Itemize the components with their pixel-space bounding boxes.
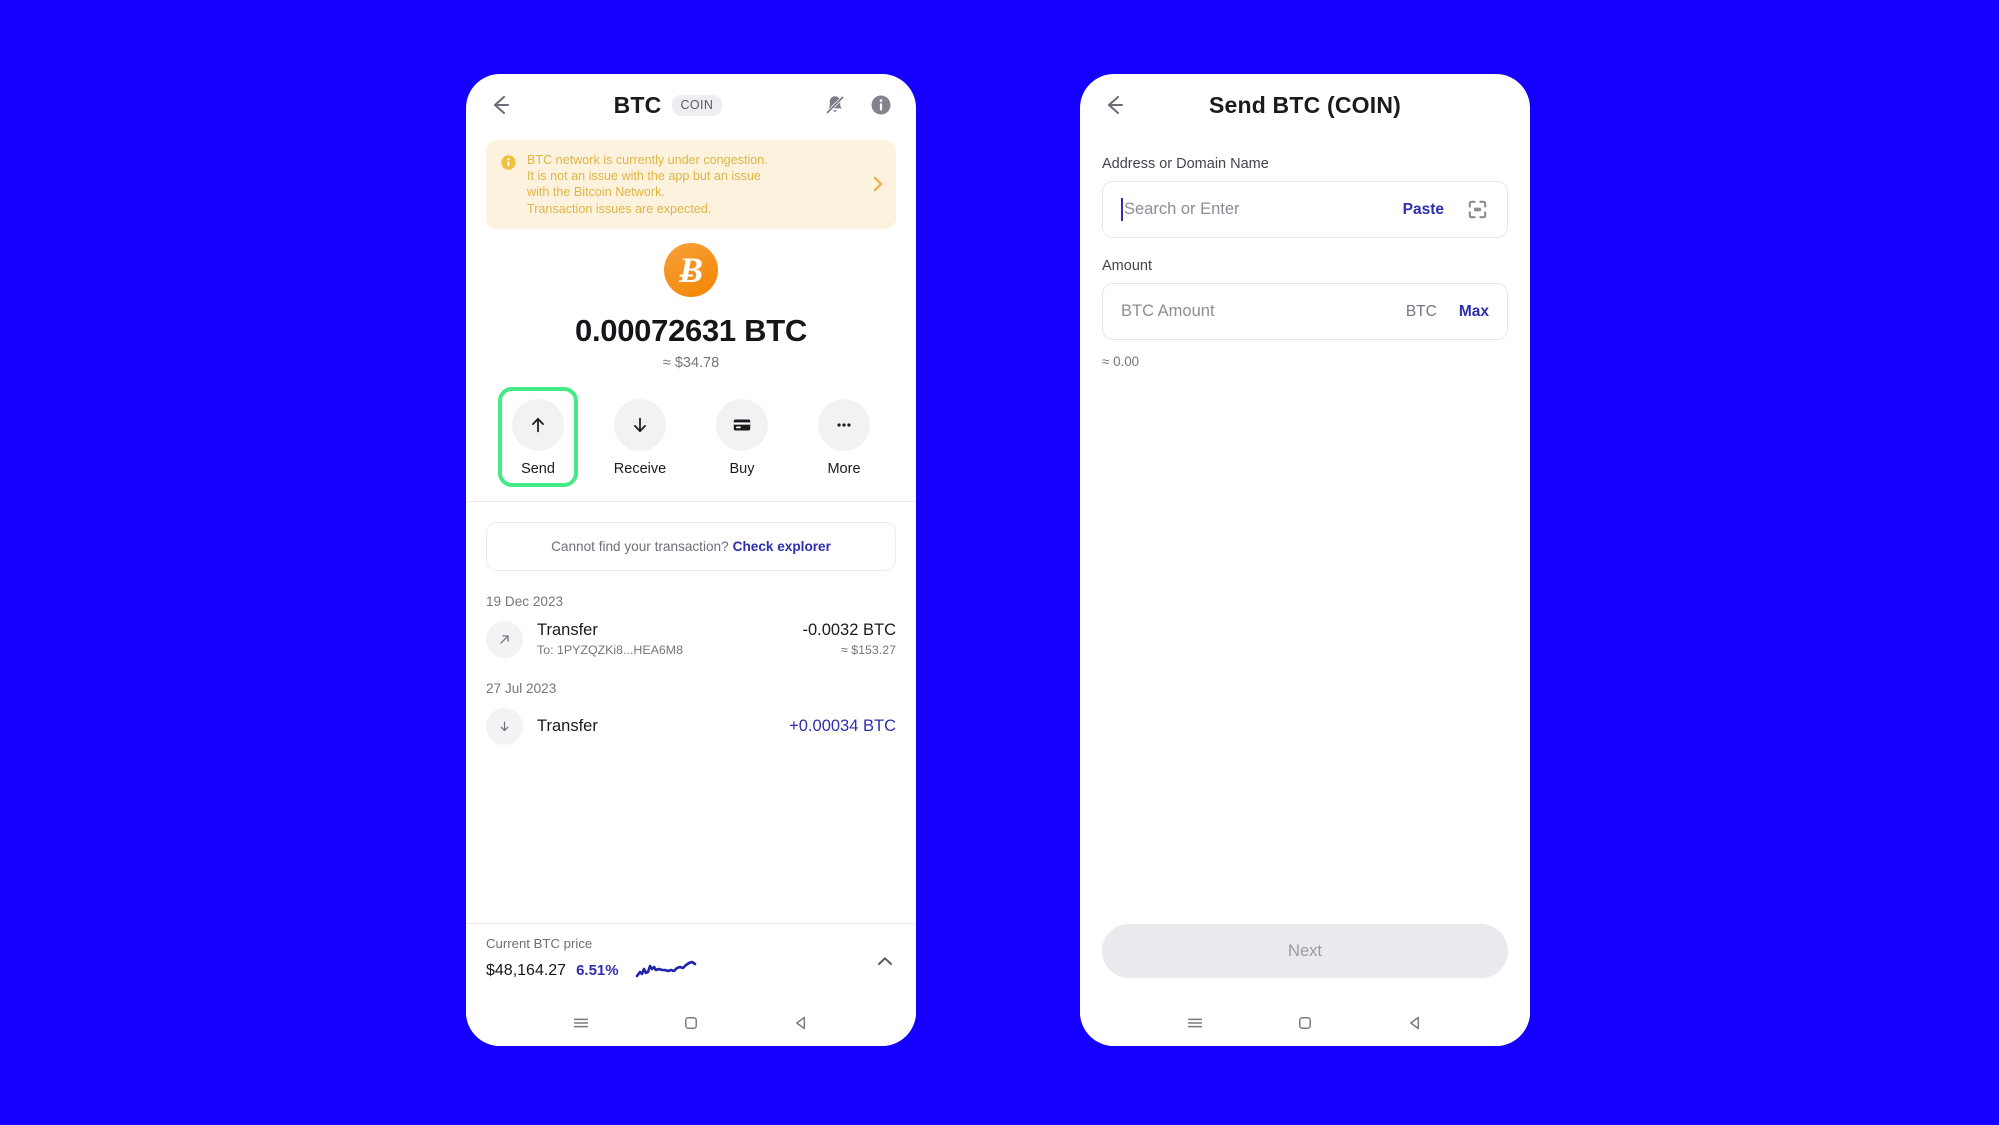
price-sparkline-chart — [635, 955, 705, 986]
next-button[interactable]: Next — [1102, 924, 1508, 978]
back-arrow-icon[interactable] — [1102, 92, 1128, 118]
send-button-label: Send — [521, 460, 555, 477]
bell-off-icon[interactable] — [822, 92, 848, 118]
banner-message: BTC network is currently under congestio… — [527, 153, 768, 216]
page-title: BTC — [613, 91, 662, 118]
ellipsis-icon — [818, 398, 870, 451]
info-icon[interactable] — [868, 92, 894, 118]
explorer-text: Cannot find your transaction? — [551, 538, 729, 554]
transaction-details: Transfer — [537, 717, 789, 736]
appbar-title-group: Send BTC (COIN) — [1128, 92, 1482, 119]
chevron-right-icon[interactable] — [871, 174, 884, 194]
address-input-box[interactable]: Search or Enter Paste — [1102, 181, 1508, 238]
transaction-value: -0.0032 BTC — [802, 621, 896, 640]
amount-field-label: Amount — [1102, 258, 1152, 274]
price-values: $48,164.27 6.51% — [486, 955, 874, 986]
send-button[interactable]: Send — [498, 386, 578, 487]
appbar: Send BTC (COIN) — [1080, 74, 1530, 136]
form-gap — [1102, 238, 1508, 258]
arrow-up-icon — [512, 398, 564, 451]
appbar-title-group: BTC COIN — [514, 92, 822, 119]
buy-button-label: Buy — [729, 460, 755, 477]
transaction-title: Transfer — [537, 716, 598, 735]
phone-left-btc-detail: BTC COIN BTC network is currently under … — [466, 74, 916, 1046]
check-explorer-link[interactable]: Check explorer — [733, 539, 831, 554]
back-arrow-icon[interactable] — [488, 92, 514, 118]
send-form: Address or Domain Name Search or Enter P… — [1080, 136, 1530, 1000]
transaction-date-header: 19 Dec 2023 — [486, 593, 564, 609]
transaction-value: +0.00034 BTC — [789, 716, 896, 735]
receive-button[interactable]: Receive — [600, 387, 680, 487]
menu-icon[interactable] — [568, 1010, 594, 1036]
more-button[interactable]: More — [804, 387, 884, 487]
phone-right-send-btc: Send BTC (COIN) Address or Domain Name S… — [1080, 74, 1530, 1046]
more-button-label: More — [827, 460, 861, 477]
chevron-up-icon[interactable] — [874, 950, 896, 972]
info-circle-icon — [500, 154, 517, 171]
arrow-down-icon — [486, 707, 523, 745]
price-value: $48,164.27 — [486, 961, 567, 979]
transaction-amounts: +0.00034 BTC — [789, 717, 896, 736]
paste-button[interactable]: Paste — [1403, 201, 1444, 219]
btc-detail-screen: BTC COIN BTC network is currently under … — [466, 74, 916, 1046]
coin-type-chip: COIN — [671, 94, 723, 116]
address-input[interactable]: Search or Enter — [1124, 200, 1403, 219]
arrow-down-icon — [614, 398, 666, 451]
transaction-date-header: 27 Jul 2023 — [486, 680, 557, 696]
qr-scan-icon[interactable] — [1466, 198, 1489, 221]
table-row[interactable]: Transfer +0.00034 BTC — [486, 707, 896, 745]
android-navbar — [1080, 1000, 1530, 1046]
form-spacer — [1102, 369, 1508, 924]
transaction-details: Transfer To: 1PYZQZKi8...HEA6M8 — [537, 621, 802, 657]
back-triangle-icon[interactable] — [788, 1010, 814, 1036]
transaction-list: Cannot find your transaction? Check expl… — [466, 502, 916, 923]
max-button[interactable]: Max — [1459, 303, 1489, 321]
credit-card-icon — [716, 398, 768, 451]
amount-unit-label: BTC — [1405, 302, 1437, 320]
text-cursor — [1121, 198, 1123, 221]
balance-block: Ƀ 0.00072631 BTC ≈ $34.78 — [466, 229, 916, 371]
back-triangle-icon[interactable] — [1402, 1010, 1428, 1036]
appbar: BTC COIN — [466, 74, 916, 136]
home-square-icon[interactable] — [1292, 1010, 1318, 1036]
arrow-up-right-icon — [486, 620, 523, 658]
buy-button[interactable]: Buy — [702, 387, 782, 487]
table-row[interactable]: Transfer To: 1PYZQZKi8...HEA6M8 -0.0032 … — [486, 620, 896, 658]
transaction-title: Transfer — [537, 621, 598, 640]
menu-icon[interactable] — [1182, 1010, 1208, 1036]
bitcoin-logo-icon: Ƀ — [664, 242, 718, 297]
transaction-fiat: ≈ $153.27 — [840, 643, 896, 658]
network-congestion-banner[interactable]: BTC network is currently under congestio… — [486, 140, 896, 229]
price-info: Current BTC price $48,164.27 6.51% — [486, 936, 874, 986]
current-price-bar[interactable]: Current BTC price $48,164.27 6.51% — [466, 923, 916, 1000]
balance-fiat-value: ≈ $34.78 — [662, 354, 720, 371]
receive-button-label: Receive — [613, 460, 667, 477]
amount-fiat-approx: ≈ 0.00 — [1102, 354, 1140, 369]
home-square-icon[interactable] — [678, 1010, 704, 1036]
price-label: Current BTC price — [486, 936, 593, 951]
price-change-percent: 6.51% — [576, 962, 619, 979]
check-explorer-card[interactable]: Cannot find your transaction? Check expl… — [486, 521, 896, 571]
amount-input-box[interactable]: BTC Amount BTC Max — [1102, 283, 1508, 340]
address-field-label: Address or Domain Name — [1102, 156, 1269, 172]
balance-amount: 0.00072631 BTC — [575, 312, 807, 348]
transaction-address: To: 1PYZQZKi8...HEA6M8 — [537, 643, 683, 658]
page-title: Send BTC (COIN) — [1208, 91, 1402, 118]
android-navbar — [466, 1000, 916, 1046]
send-btc-screen: Send BTC (COIN) Address or Domain Name S… — [1080, 74, 1530, 1046]
transaction-amounts: -0.0032 BTC ≈ $153.27 — [802, 621, 896, 657]
action-button-row: Send Receive Buy More — [466, 386, 916, 501]
amount-input[interactable]: BTC Amount — [1121, 302, 1406, 321]
appbar-actions — [822, 92, 894, 118]
